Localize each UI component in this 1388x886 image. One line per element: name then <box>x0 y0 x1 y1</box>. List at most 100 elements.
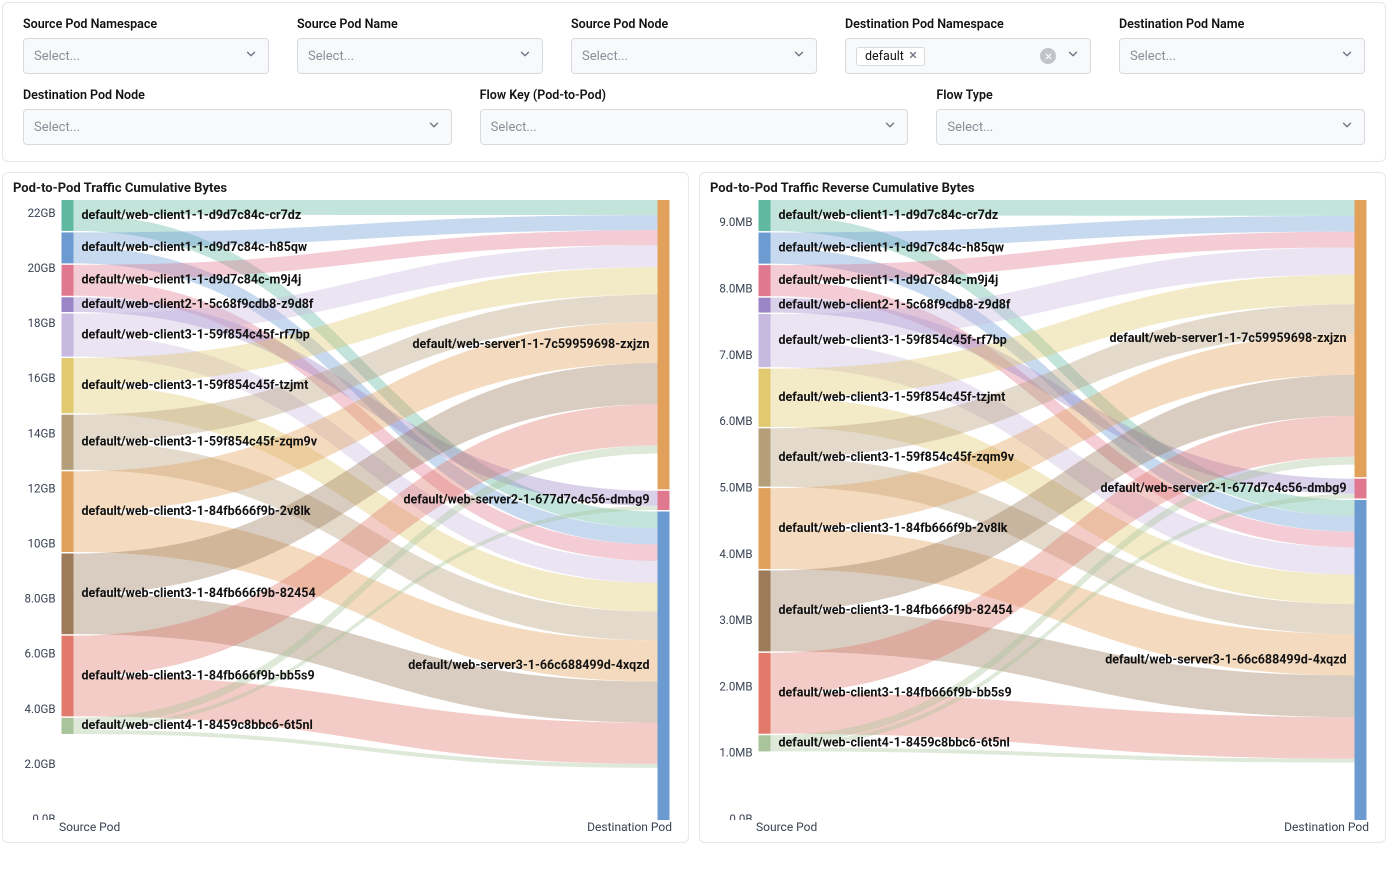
source-node-label: default/web-client1-1-d9d7c84c-h85qw <box>779 240 1005 255</box>
source-node-label: default/web-client3-1-59f854c45f-zqm9v <box>82 435 318 450</box>
panels: Pod-to-Pod Traffic Cumulative Bytes 0.0B… <box>0 172 1388 843</box>
sankey-source-node[interactable] <box>62 232 74 263</box>
sankey-source-node[interactable] <box>62 297 74 312</box>
chevron-down-icon <box>1340 118 1354 136</box>
sankey-source-node[interactable] <box>759 735 771 751</box>
filter-item: Flow Key (Pod-to-Pod) Select... <box>480 88 909 145</box>
target-node-label: default/web-server3-1-66c688499d-4xqzd <box>408 658 649 673</box>
source-node-label: default/web-client2-1-5c68f9cdb8-z9d8f <box>82 297 314 312</box>
filter-select[interactable]: Select... <box>480 109 909 145</box>
sankey-source-node[interactable] <box>62 718 74 734</box>
filter-select[interactable]: Select... <box>936 109 1365 145</box>
source-node-label: default/web-client1-1-d9d7c84c-h85qw <box>82 240 308 255</box>
y-tick-label: 0.0B <box>32 812 55 820</box>
y-tick-label: 18GB <box>28 316 56 330</box>
sankey-chart[interactable]: 0.0B1.0MB2.0MB3.0MB4.0MB5.0MB6.0MB7.0MB8… <box>710 200 1375 820</box>
y-tick-label: 3.0MB <box>719 613 752 627</box>
sankey-source-node[interactable] <box>759 369 771 427</box>
filter-label: Destination Pod Namespace <box>845 17 1091 32</box>
panel-reverse: Pod-to-Pod Traffic Reverse Cumulative By… <box>699 172 1386 843</box>
y-tick-label: 7.0MB <box>719 348 752 362</box>
sankey-source-node[interactable] <box>759 298 771 313</box>
filter-chip[interactable]: default <box>856 47 925 66</box>
axis-left-label: Source Pod <box>59 820 120 834</box>
select-placeholder: Select... <box>491 120 537 135</box>
filter-label: Destination Pod Name <box>1119 17 1365 32</box>
sankey-target-node[interactable] <box>658 512 670 821</box>
sankey-source-node[interactable] <box>62 636 74 717</box>
sankey-source-node[interactable] <box>62 415 74 470</box>
select-placeholder: Select... <box>1130 49 1176 64</box>
filter-item: Destination Pod Name Select... <box>1119 17 1365 74</box>
y-tick-label: 5.0MB <box>719 480 752 494</box>
source-node-label: default/web-client3-1-84fb666f9b-2v8lk <box>779 521 1008 536</box>
chevron-down-icon <box>1340 47 1354 65</box>
sankey-source-node[interactable] <box>759 233 771 264</box>
filter-select[interactable]: Select... <box>1119 38 1365 74</box>
source-node-label: default/web-client4-1-8459c8bbc6-6t5nl <box>82 718 313 733</box>
sankey-target-node[interactable] <box>658 491 670 510</box>
axis-labels: Source Pod Destination Pod <box>710 820 1375 838</box>
sankey-source-node[interactable] <box>759 570 771 651</box>
clear-all-icon[interactable] <box>1040 48 1056 64</box>
panel-cumulative: Pod-to-Pod Traffic Cumulative Bytes 0.0B… <box>2 172 689 843</box>
chevron-down-icon <box>1066 47 1080 65</box>
source-node-label: default/web-client3-1-59f854c45f-rf7bp <box>779 333 1007 348</box>
filter-label: Flow Key (Pod-to-Pod) <box>480 88 909 103</box>
sankey-source-node[interactable] <box>62 200 74 231</box>
filter-select[interactable]: Select... <box>571 38 817 74</box>
chevron-down-icon <box>518 47 532 65</box>
source-node-label: default/web-client1-1-d9d7c84c-cr7dz <box>779 208 999 223</box>
sankey-target-node[interactable] <box>1355 479 1367 499</box>
filter-select[interactable]: Select... <box>23 38 269 74</box>
source-node-label: default/web-client1-1-d9d7c84c-cr7dz <box>82 208 302 223</box>
panel-title: Pod-to-Pod Traffic Reverse Cumulative By… <box>710 181 1375 196</box>
sankey-source-node[interactable] <box>62 265 74 296</box>
filter-select[interactable]: Select... <box>297 38 543 74</box>
sankey-target-node[interactable] <box>1355 500 1367 820</box>
y-tick-label: 9.0MB <box>719 215 752 229</box>
filter-label: Flow Type <box>936 88 1365 103</box>
filter-row: Destination Pod NodeSelect...Flow Key (P… <box>23 88 1365 145</box>
sankey-source-node[interactable] <box>759 200 771 231</box>
target-node-label: default/web-server1-1-7c59959698-zxjzn <box>1110 331 1347 346</box>
source-node-label: default/web-client1-1-d9d7c84c-m9j4j <box>82 273 302 288</box>
sankey-source-node[interactable] <box>759 265 771 296</box>
filter-select[interactable]: default <box>845 38 1091 74</box>
y-tick-label: 22GB <box>28 206 56 220</box>
sankey-source-node[interactable] <box>62 358 74 413</box>
chip-label: default <box>865 49 904 64</box>
y-tick-label: 6.0MB <box>719 414 752 428</box>
sankey-target-node[interactable] <box>658 200 670 489</box>
y-tick-label: 8.0GB <box>25 592 56 606</box>
chevron-down-icon <box>427 118 441 136</box>
sankey-source-node[interactable] <box>759 653 771 734</box>
sankey-chart[interactable]: 0.0B2.0GB4.0GB6.0GB8.0GB10GB12GB14GB16GB… <box>13 200 678 820</box>
sankey-source-node[interactable] <box>62 471 74 552</box>
filter-item: Flow Type Select... <box>936 88 1365 145</box>
sankey-source-node[interactable] <box>62 553 74 634</box>
axis-left-label: Source Pod <box>756 820 817 834</box>
select-placeholder: Select... <box>34 120 80 135</box>
chip-remove-icon[interactable] <box>908 50 918 63</box>
source-node-label: default/web-client3-1-84fb666f9b-bb5s9 <box>779 686 1012 701</box>
filter-select[interactable]: Select... <box>23 109 452 145</box>
sankey-source-node[interactable] <box>759 314 771 367</box>
chevron-down-icon <box>244 47 258 65</box>
panel-title: Pod-to-Pod Traffic Cumulative Bytes <box>13 181 678 196</box>
select-placeholder: Select... <box>582 49 628 64</box>
source-node-label: default/web-client2-1-5c68f9cdb8-z9d8f <box>779 297 1011 312</box>
y-tick-label: 1.0MB <box>719 746 752 760</box>
axis-right-label: Destination Pod <box>587 820 672 834</box>
source-node-label: default/web-client3-1-59f854c45f-rf7bp <box>82 327 310 342</box>
filter-item: Source Pod NamespaceSelect... <box>23 17 269 74</box>
sankey-source-node[interactable] <box>759 428 771 486</box>
sankey-target-node[interactable] <box>1355 200 1367 477</box>
filter-row: Source Pod NamespaceSelect...Source Pod … <box>23 17 1365 74</box>
filter-item: Destination Pod Namespace default <box>845 17 1091 74</box>
chevron-down-icon <box>792 47 806 65</box>
sankey-source-node[interactable] <box>62 314 74 357</box>
y-tick-label: 4.0MB <box>719 547 752 561</box>
sankey-source-node[interactable] <box>759 488 771 569</box>
source-node-label: default/web-client3-1-59f854c45f-zqm9v <box>779 450 1015 465</box>
